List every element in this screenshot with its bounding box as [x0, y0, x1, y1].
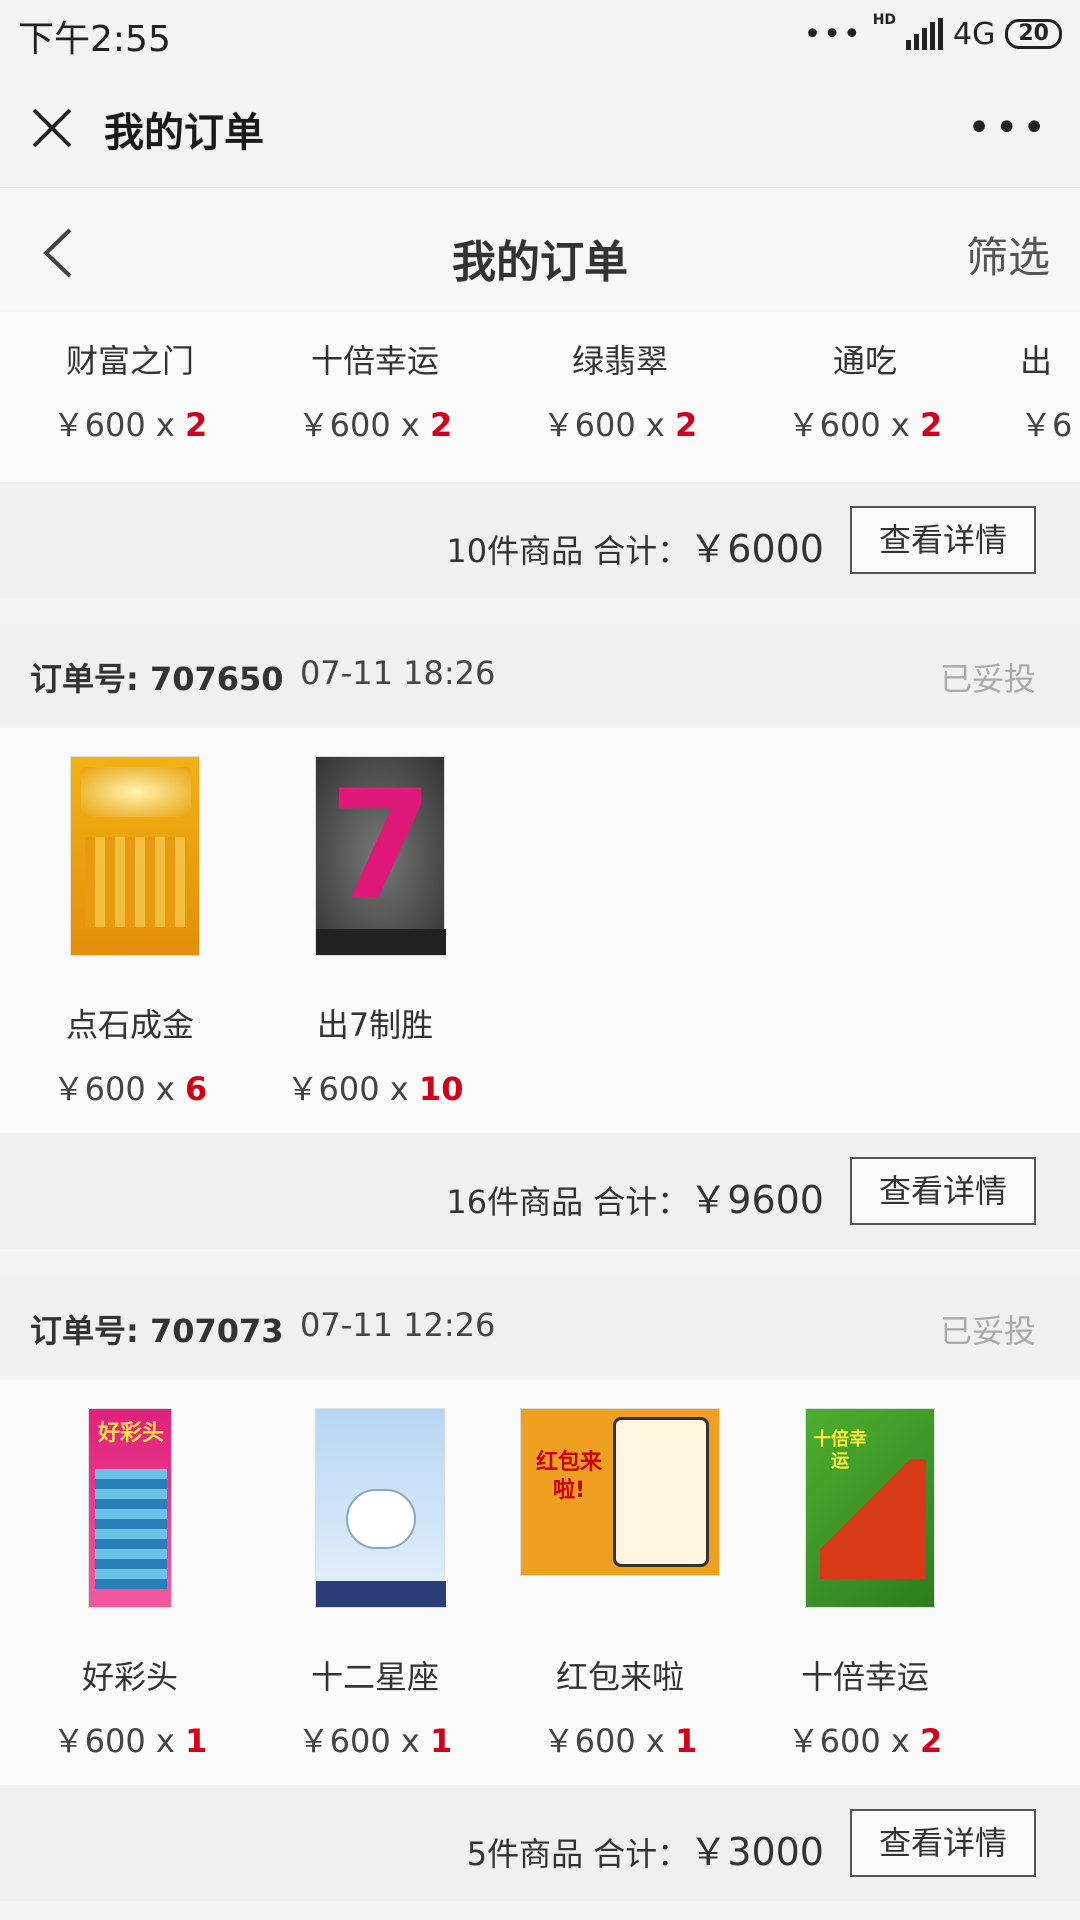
summary-text: 10件商品 合计：￥6000	[446, 527, 824, 571]
item-qty: 2	[920, 406, 943, 444]
view-details-button[interactable]: 查看详情	[850, 1157, 1036, 1225]
item-name: 十倍幸运	[310, 342, 439, 380]
list-item[interactable]: 出 ￥6	[1020, 336, 1080, 446]
order-status: 已妥投	[939, 660, 1036, 698]
order-summary: 16件商品 合计：￥9600 查看详情	[0, 1133, 1080, 1249]
ticket-gold-image	[70, 756, 200, 956]
page-title: 我的订单	[452, 237, 628, 288]
notification-dots-icon: •••	[803, 16, 863, 52]
item-price: ￥600 x 2	[787, 406, 943, 444]
order-summary: 5件商品 合计：￥3000 查看详情	[0, 1785, 1080, 1901]
order-header: 订单号: 707073 07-11 12:26 已妥投	[0, 1276, 1080, 1376]
order-status: 已妥投	[939, 1312, 1036, 1350]
item-qty: 10	[418, 1070, 464, 1108]
summary-text: 5件商品 合计：￥3000	[466, 1830, 824, 1874]
item-qty: 2	[675, 406, 698, 444]
item-thumbnail: 7	[275, 756, 475, 956]
order-number: 订单号: 707650	[30, 660, 284, 698]
hd-badge: HD	[872, 12, 897, 28]
item-price: ￥600 x 6	[52, 1070, 208, 1108]
order-items-row: 财富之门 ￥600 x 2 十倍幸运 ￥600 x 2 绿翡翠 ￥600 x 2…	[0, 312, 1080, 482]
order-time: 07-11 18:26	[300, 654, 496, 692]
item-name: 绿翡翠	[571, 342, 668, 380]
list-item[interactable]: 点石成金 ￥600 x 6	[30, 756, 230, 1110]
status-time: 下午2:55	[18, 19, 171, 60]
item-qty: 1	[675, 1722, 698, 1760]
item-name: 点石成金	[65, 1006, 194, 1044]
item-qty: 2	[920, 1722, 943, 1760]
item-name: 好彩头	[81, 1658, 178, 1696]
summary-text: 16件商品 合计：￥9600	[446, 1178, 824, 1222]
status-bar: 下午2:55 ••• HD 4G 20	[0, 0, 1080, 70]
item-price: ￥600 x 10	[286, 1070, 464, 1108]
list-item[interactable]: 红包来啦! 红包来啦 ￥600 x 1	[520, 1408, 720, 1762]
list-item[interactable]: 7 出7制胜 ￥600 x 10	[275, 756, 475, 1110]
list-item[interactable]: 绿翡翠 ￥600 x 2	[520, 336, 720, 446]
more-icon[interactable]: •••	[967, 108, 1050, 148]
order-number: 订单号: 707073	[30, 1312, 284, 1350]
item-name: 十倍幸运	[800, 1658, 929, 1696]
item-price: ￥600 x 1	[542, 1722, 698, 1760]
close-icon[interactable]	[30, 106, 74, 150]
item-price: ￥6	[1020, 406, 1073, 444]
item-qty: 1	[185, 1722, 208, 1760]
app-titlebar: 我的订单 •••	[0, 70, 1080, 188]
item-thumbnail: 红包来啦!	[520, 1408, 720, 1608]
ticket-hongbao-image: 红包来啦!	[520, 1408, 720, 1576]
network-type: 4G	[953, 16, 996, 52]
filter-button[interactable]: 筛选	[966, 224, 1050, 285]
page-header: 我的订单 筛选	[0, 190, 1080, 310]
item-qty: 6	[185, 1070, 208, 1108]
item-thumbnail: 好彩头	[30, 1408, 230, 1608]
summary-total: ￥6000	[689, 527, 824, 571]
item-price: ￥600 x 2	[52, 406, 208, 444]
list-item[interactable]: 十倍幸运 ￥600 x 2	[275, 336, 475, 446]
ticket-seven-image: 7	[315, 756, 446, 956]
list-item[interactable]: 十倍幸运 十倍幸运 ￥600 x 2	[765, 1408, 965, 1762]
item-name: 财富之门	[65, 342, 194, 380]
view-details-button[interactable]: 查看详情	[850, 506, 1036, 574]
item-name: 通吃	[832, 342, 897, 380]
list-item[interactable]: 通吃 ￥600 x 2	[765, 336, 965, 446]
ticket-zodiac-image	[315, 1408, 446, 1608]
item-price: ￥600 x 2	[297, 406, 453, 444]
item-thumbnail	[30, 756, 230, 956]
item-qty: 2	[185, 406, 208, 444]
item-thumbnail: 十倍幸运	[765, 1408, 965, 1608]
list-item[interactable]: 十二星座 ￥600 x 1	[275, 1408, 475, 1762]
titlebar-title: 我的订单	[104, 110, 264, 156]
item-name: 红包来啦	[555, 1658, 684, 1696]
ticket-lucky-image: 十倍幸运	[805, 1408, 935, 1608]
list-item[interactable]: 财富之门 ￥600 x 2	[30, 336, 230, 446]
item-name: 出	[1020, 342, 1053, 380]
ticket-haocaitou-image: 好彩头	[88, 1408, 172, 1608]
summary-total: ￥3000	[689, 1830, 824, 1874]
battery-icon: 20	[1005, 19, 1062, 49]
status-icons: ••• HD 4G 20	[804, 12, 1062, 56]
item-price: ￥600 x 2	[787, 1722, 943, 1760]
view-details-button[interactable]: 查看详情	[850, 1809, 1036, 1877]
order-time: 07-11 12:26	[300, 1306, 496, 1344]
item-price: ￥600 x 1	[52, 1722, 208, 1760]
item-name: 出7制胜	[316, 1006, 434, 1044]
item-thumbnail	[275, 1408, 475, 1608]
item-price: ￥600 x 1	[297, 1722, 453, 1760]
item-qty: 2	[430, 406, 453, 444]
order-header: 订单号: 707650 07-11 18:26 已妥投	[0, 624, 1080, 724]
summary-total: ￥9600	[689, 1178, 824, 1222]
item-name: 十二星座	[310, 1658, 439, 1696]
order-summary: 10件商品 合计：￥6000 查看详情	[0, 482, 1080, 598]
list-item[interactable]: 好彩头 好彩头 ￥600 x 1	[30, 1408, 230, 1762]
item-qty: 1	[430, 1722, 453, 1760]
item-price: ￥600 x 2	[542, 406, 698, 444]
order-items-row: 点石成金 ￥600 x 6 7 出7制胜 ￥600 x 10	[0, 728, 1080, 1133]
order-items-row: 好彩头 好彩头 ￥600 x 1 十二星座 ￥600 x 1 红包来啦! 红包来…	[0, 1380, 1080, 1785]
signal-icon	[906, 18, 944, 50]
